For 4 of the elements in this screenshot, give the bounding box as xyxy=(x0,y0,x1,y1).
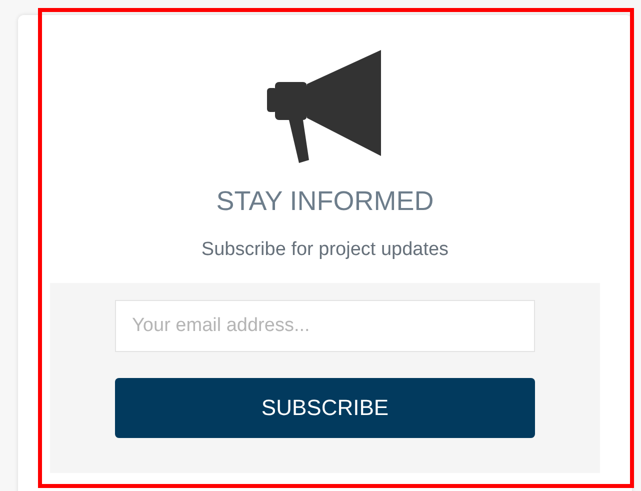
subscribe-button[interactable]: SUBSCRIBE xyxy=(115,378,535,438)
subtitle: Subscribe for project updates xyxy=(201,239,449,261)
email-field[interactable]: Your email address... xyxy=(115,300,535,352)
title: STAY INFORMED xyxy=(216,186,434,217)
